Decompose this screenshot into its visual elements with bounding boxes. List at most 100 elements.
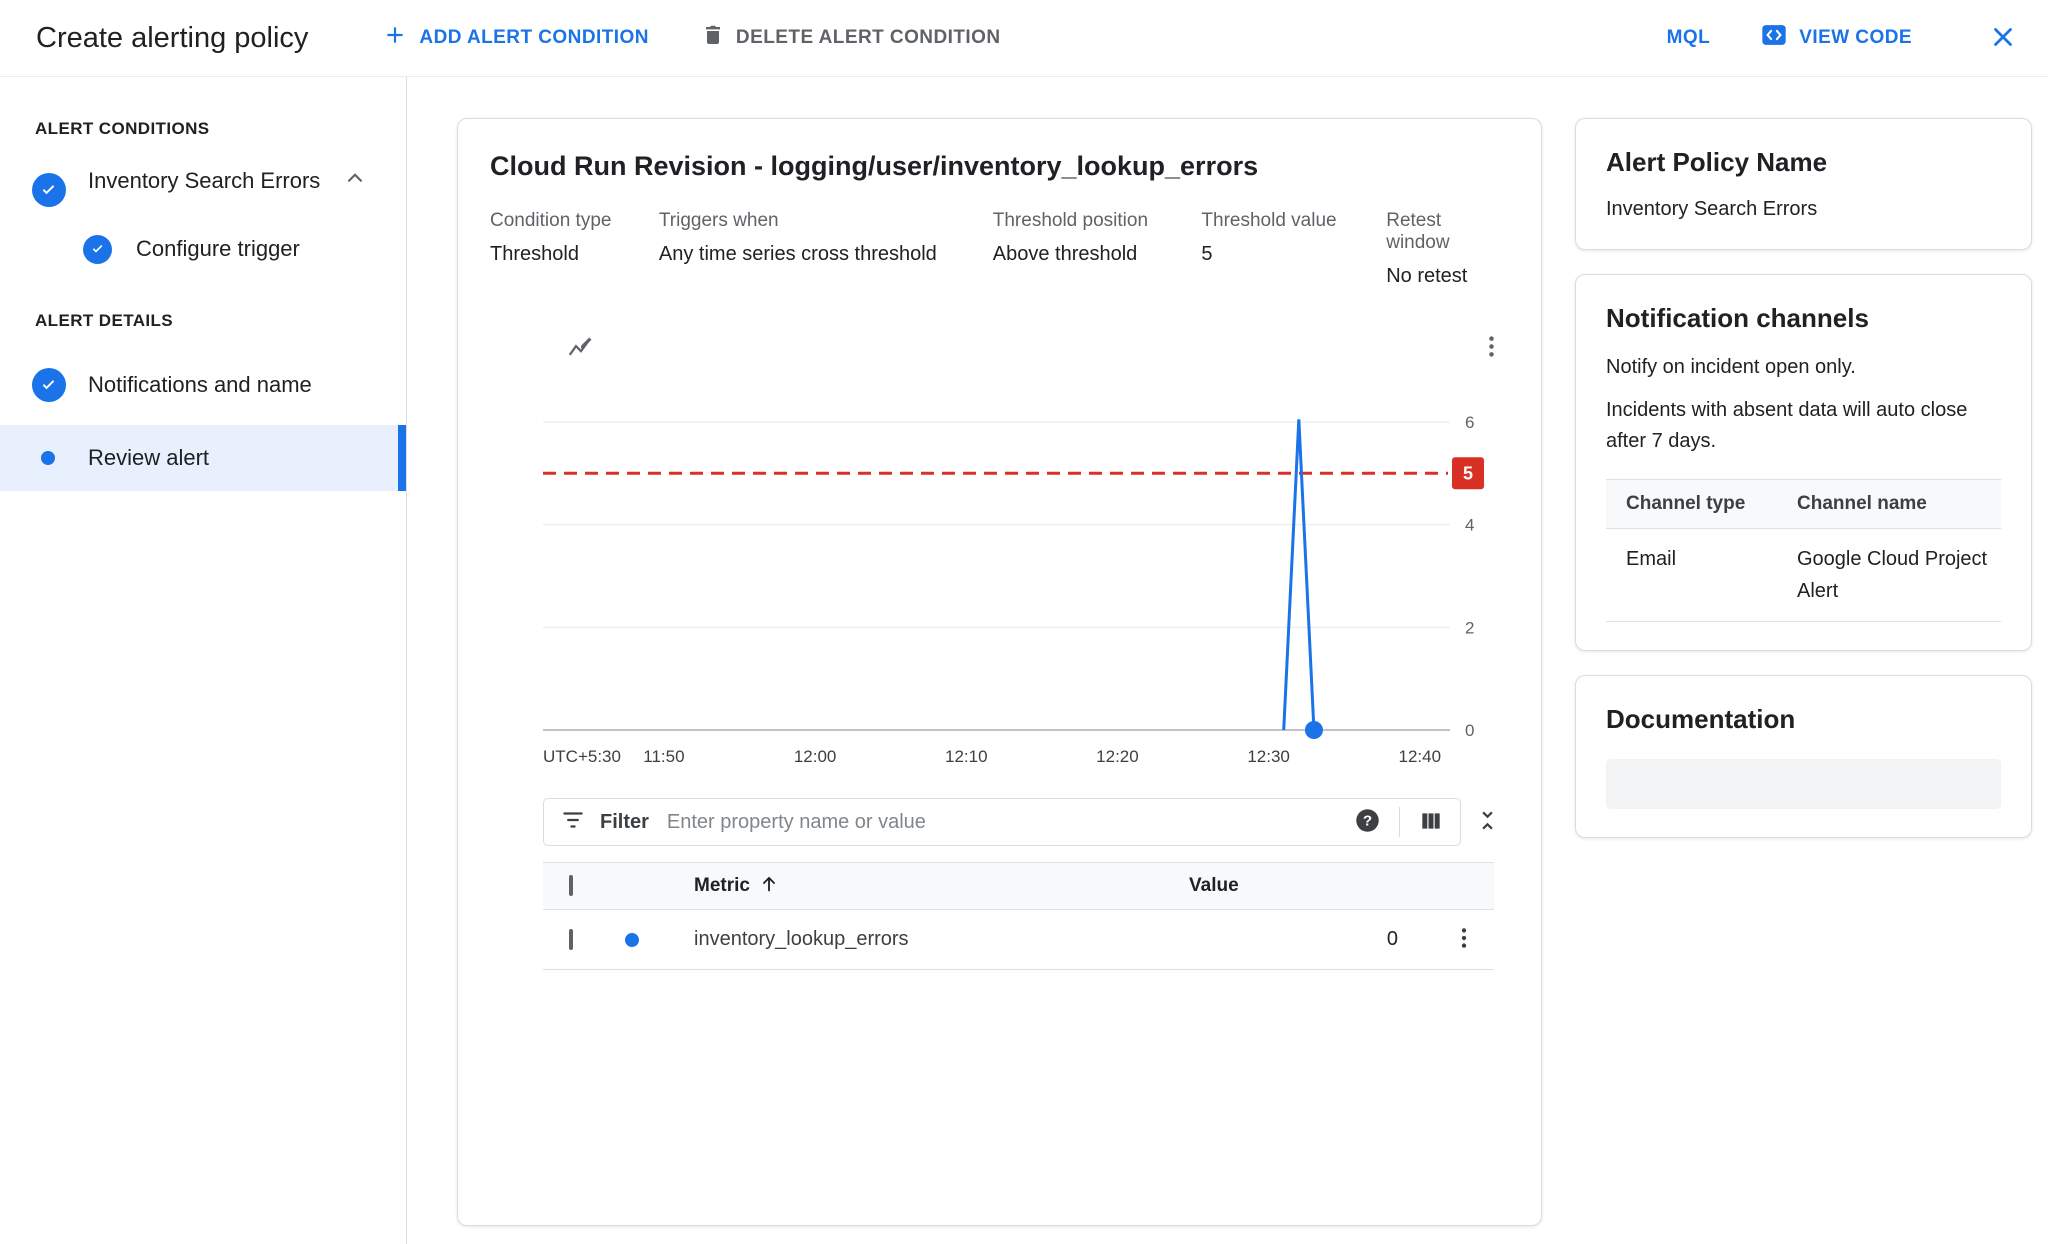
detail-label: Retest window (1386, 210, 1509, 254)
active-step-indicator-bar (398, 425, 406, 491)
channel-type-header: Channel type (1606, 480, 1797, 529)
svg-text:?: ? (1363, 813, 1372, 830)
toolbar-divider (1399, 807, 1400, 837)
documentation-placeholder (1606, 759, 2001, 809)
view-code-button[interactable]: VIEW CODE (1760, 21, 1912, 55)
chart-toolbar (490, 328, 1509, 368)
chevron-up-icon[interactable] (342, 165, 368, 191)
detail-triggers-when: Triggers when Any time series cross thre… (659, 210, 993, 288)
more-vert-icon (1451, 925, 1477, 954)
step-complete-check-icon (83, 235, 112, 264)
detail-label: Condition type (490, 210, 659, 232)
svg-text:2: 2 (1465, 618, 1474, 637)
notification-channels-title: Notification channels (1606, 303, 2001, 334)
metric-table-row[interactable]: inventory_lookup_errors 0 (543, 910, 1494, 970)
step-complete-check-icon (32, 368, 66, 402)
svg-text:4: 4 (1465, 516, 1474, 535)
auto-close-text: Incidents with absent data will auto clo… (1606, 395, 2001, 457)
alert-policy-name-title: Alert Policy Name (1606, 147, 2001, 178)
svg-text:12:00: 12:00 (794, 747, 837, 766)
collapse-table-button[interactable] (1461, 807, 1513, 837)
notify-condition-text: Notify on incident open only. (1606, 352, 2001, 383)
timeseries-chart: 02465UTC+5:3011:5012:0012:1012:2012:3012… (490, 374, 1511, 776)
plus-icon (382, 22, 408, 54)
filter-label: Filter (600, 811, 649, 834)
topbar: Create alerting policy ADD ALERT CONDITI… (0, 0, 2048, 77)
filter-icon (560, 807, 586, 838)
sidebar-item-configure-trigger[interactable]: Configure trigger (83, 233, 406, 265)
columns-icon (1418, 808, 1444, 837)
channel-name-cell: Google Cloud Project Alert (1797, 529, 2001, 622)
channels-table: Channel type Channel name Email Google C… (1606, 479, 2001, 622)
condition-details-row: Condition type Threshold Triggers when A… (490, 210, 1509, 288)
detail-value: 5 (1201, 243, 1386, 266)
alert-conditions-section-label: ALERT CONDITIONS (35, 119, 406, 139)
series-color-dot (625, 933, 639, 947)
configure-trigger-label: Configure trigger (136, 233, 300, 265)
condition-name-label: Inventory Search Errors (88, 165, 320, 197)
detail-label: Triggers when (659, 210, 993, 232)
svg-text:UTC+5:30: UTC+5:30 (543, 747, 621, 766)
notifications-step-label: Notifications and name (88, 369, 312, 401)
svg-text:12:40: 12:40 (1398, 747, 1441, 766)
svg-text:0: 0 (1465, 721, 1474, 740)
table-filter-row: Filter ? (543, 798, 1513, 846)
metrics-table: Metric Value inventory_lookup_errors 0 (543, 862, 1494, 970)
delete-alert-condition-button[interactable]: DELETE ALERT CONDITION (701, 23, 1001, 53)
svg-text:12:30: 12:30 (1247, 747, 1290, 766)
detail-label: Threshold value (1201, 210, 1386, 232)
channel-row: Email Google Cloud Project Alert (1606, 529, 2001, 622)
svg-text:6: 6 (1465, 413, 1474, 432)
select-all-checkbox[interactable] (569, 875, 573, 896)
view-code-label: VIEW CODE (1799, 27, 1912, 49)
notification-channels-card: Notification channels Notify on incident… (1575, 274, 2032, 651)
steps-sidebar: ALERT CONDITIONS Inventory Search Errors… (0, 77, 407, 1244)
metric-column-header: Metric (694, 875, 750, 897)
condition-card-title: Cloud Run Revision - logging/user/invent… (490, 151, 1509, 182)
close-button[interactable] (1988, 22, 2018, 55)
topbar-actions: ADD ALERT CONDITION DELETE ALERT CONDITI… (382, 22, 1000, 54)
add-alert-condition-button[interactable]: ADD ALERT CONDITION (382, 22, 649, 54)
svg-text:11:50: 11:50 (643, 747, 684, 766)
delete-alert-condition-label: DELETE ALERT CONDITION (736, 27, 1001, 49)
alert-policy-name-value: Inventory Search Errors (1606, 198, 2001, 221)
detail-value: No retest (1386, 265, 1509, 288)
sort-ascending-icon[interactable] (758, 872, 780, 900)
more-vert-icon (1478, 333, 1505, 363)
metrics-table-header: Metric Value (543, 862, 1494, 910)
summary-panel: Alert Policy Name Inventory Search Error… (1575, 77, 2048, 1244)
row-checkbox[interactable] (569, 929, 573, 950)
channel-type-cell: Email (1606, 529, 1797, 622)
condition-review-card: Cloud Run Revision - logging/user/invent… (457, 118, 1542, 1226)
active-step-dot-icon (41, 451, 55, 465)
detail-value: Above threshold (993, 243, 1202, 266)
filter-help-button[interactable]: ? (1354, 807, 1381, 837)
page-title: Create alerting policy (36, 22, 308, 55)
mql-button[interactable]: MQL (1667, 27, 1711, 49)
value-column-header: Value (1189, 875, 1434, 897)
help-icon: ? (1354, 807, 1381, 837)
detail-value: Any time series cross threshold (659, 243, 993, 266)
detail-condition-type: Condition type Threshold (490, 210, 659, 288)
chart-menu-button[interactable] (1478, 333, 1505, 363)
filter-bar[interactable]: Filter ? (543, 798, 1461, 846)
metric-value-cell: 0 (1189, 928, 1434, 951)
mql-label: MQL (1667, 27, 1711, 49)
add-alert-condition-label: ADD ALERT CONDITION (419, 27, 649, 49)
documentation-card: Documentation (1575, 675, 2032, 838)
filter-input[interactable] (667, 811, 1354, 834)
step-complete-check-icon (32, 173, 66, 207)
alert-policy-name-card: Alert Policy Name Inventory Search Error… (1575, 118, 2032, 250)
topbar-right-actions: MQL VIEW CODE (1667, 21, 2018, 55)
collapse-icon (1474, 807, 1501, 837)
channel-name-header: Channel name (1797, 480, 2001, 529)
svg-text:12:10: 12:10 (945, 747, 988, 766)
column-display-button[interactable] (1418, 808, 1444, 837)
sidebar-item-condition[interactable]: Inventory Search Errors (0, 165, 406, 207)
detail-threshold-position: Threshold position Above threshold (993, 210, 1202, 288)
row-menu-button[interactable] (1451, 925, 1477, 954)
sidebar-item-review-alert[interactable]: Review alert (0, 425, 406, 491)
main-area: Cloud Run Revision - logging/user/invent… (407, 77, 1575, 1244)
sidebar-item-notifications[interactable]: Notifications and name (0, 357, 406, 413)
svg-text:5: 5 (1463, 463, 1473, 483)
